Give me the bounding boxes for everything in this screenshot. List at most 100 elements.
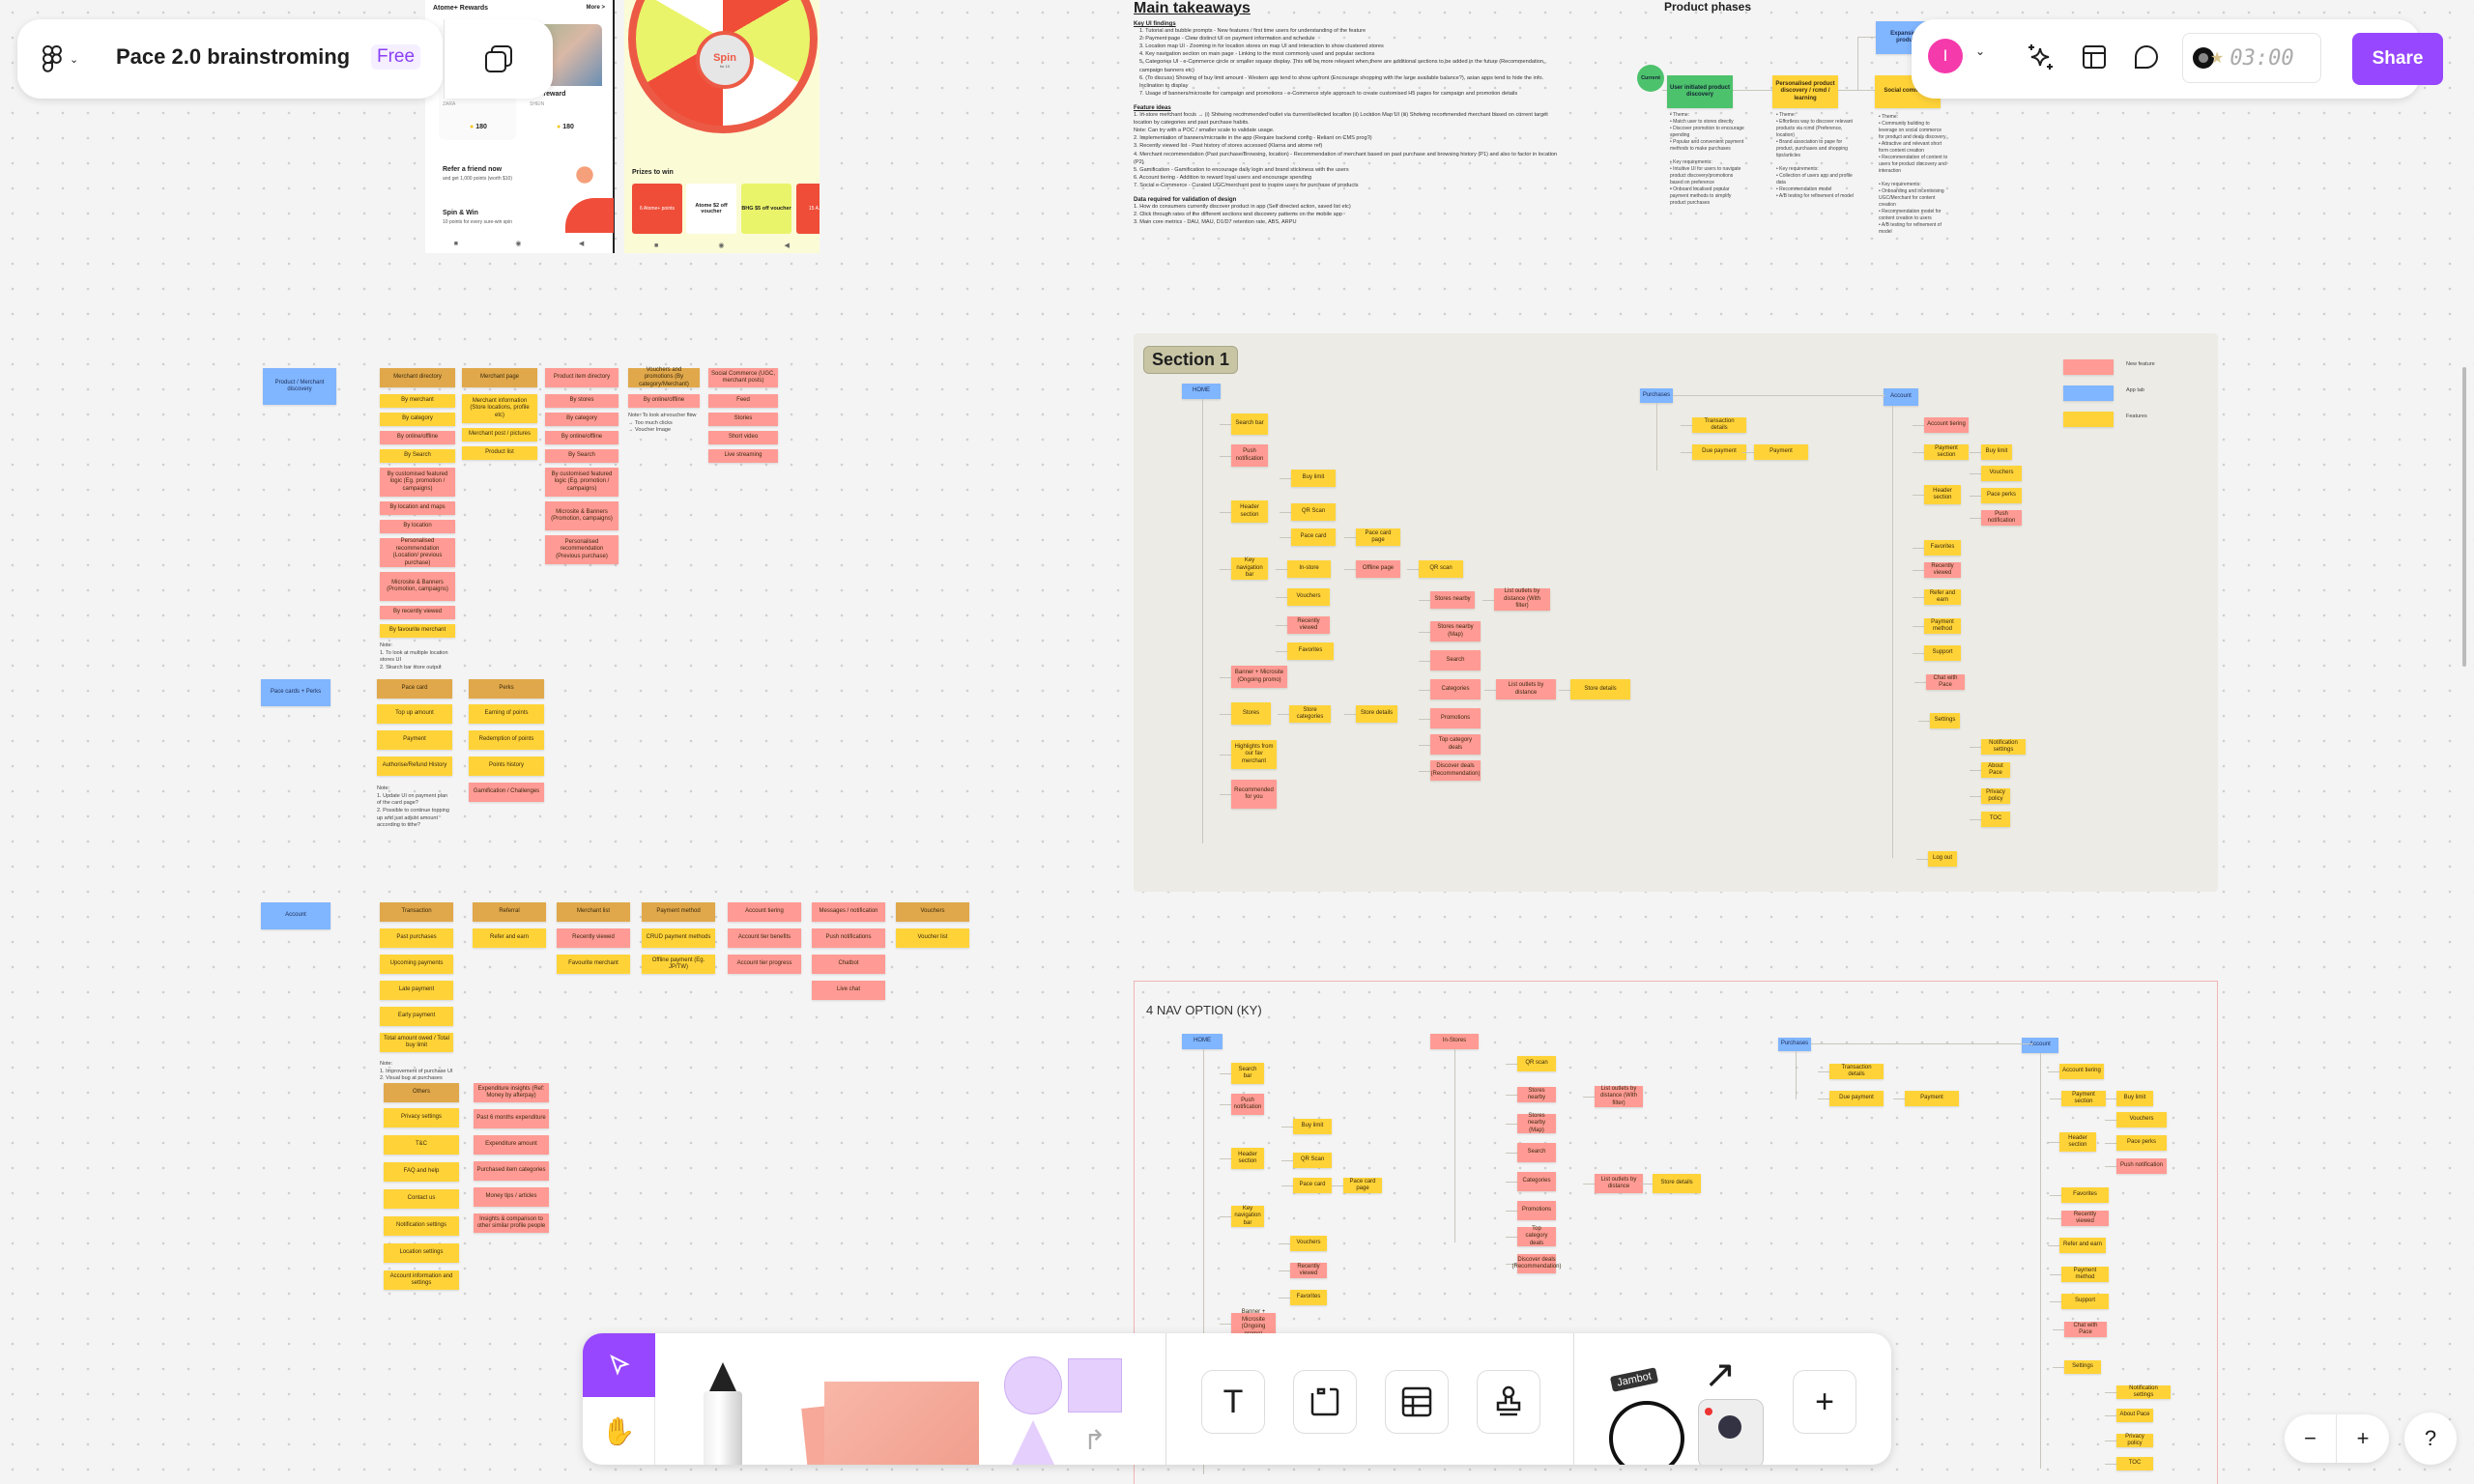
flow-node-header2[interactable]: Header section [2059, 1132, 2096, 1152]
column-header-sticky[interactable]: Transaction [380, 902, 453, 922]
flow-node-recent[interactable]: Recently viewed [1287, 616, 1330, 634]
flow-node-banner[interactable]: Banner + Microsite (Ongoing promo) [1231, 1309, 1276, 1337]
flow-node-acctier[interactable]: Account tiering [1924, 417, 1969, 433]
flow-node-due[interactable]: Due payment [1692, 444, 1746, 460]
sticky-note[interactable]: Authorise/Refund History [377, 756, 452, 776]
flow-node-banner[interactable]: Banner + Microsite (Ongoing promo) [1231, 666, 1287, 688]
flow-node-pacecard[interactable]: Pace card [1291, 528, 1336, 546]
sticky-note[interactable]: By Search [545, 449, 618, 463]
sticky-note[interactable]: Recently viewed [557, 928, 630, 948]
sticky-note[interactable]: By Search [380, 449, 455, 463]
sticky-note[interactable]: FAQ and help [384, 1162, 459, 1182]
more-tools-button[interactable]: + [1793, 1370, 1856, 1434]
flow-node-search[interactable]: Search bar [1231, 1063, 1264, 1084]
sticky-note[interactable]: Expenditure insights (Ref: Money by afte… [474, 1083, 549, 1102]
flow-node-search[interactable]: Search bar [1231, 414, 1268, 435]
flow-node-nearby[interactable]: Stores nearby [1430, 591, 1475, 609]
sticky-note[interactable]: Location settings [384, 1243, 459, 1263]
sticky-note[interactable]: Product list [462, 446, 537, 460]
flow-node-qr[interactable]: QR Scan [1293, 1153, 1332, 1168]
sticky-note[interactable]: Voucher list [896, 928, 969, 948]
flow-node-chat[interactable]: Chat with Pace [1926, 674, 1965, 690]
hand-tool[interactable]: ✋ [583, 1397, 655, 1465]
flow-node-recent2[interactable]: Recently viewed [2061, 1211, 2109, 1226]
flow-node-promos[interactable]: Promotions [1517, 1201, 1556, 1220]
sticky-note[interactable]: Notification settings [384, 1216, 459, 1236]
sticky-note[interactable]: By customised featured logic (Eg. promot… [380, 468, 455, 497]
flow-node-listfilter[interactable]: List outlets by distance (With filter) [1595, 1086, 1643, 1107]
sticky-note[interactable]: Live chat [812, 981, 885, 1000]
flow-node-nearby[interactable]: Stores nearby [1517, 1087, 1556, 1102]
timer-widget[interactable]: ★ 03:00 [2182, 33, 2321, 83]
app-tab-sticky[interactable]: Purchases [1778, 1038, 1811, 1051]
camera-widget-tool[interactable]: ↗ [1694, 1353, 1771, 1465]
sticky-note[interactable]: By customised featured logic (Eg. promot… [545, 468, 618, 497]
spin-button[interactable]: Spin for 10 [696, 31, 754, 89]
sticky-note[interactable]: By online/offline [628, 394, 700, 408]
pages-button[interactable] [445, 19, 553, 99]
sticky-note[interactable]: Earning of points [469, 704, 544, 724]
app-tab-sticky[interactable]: Account [2022, 1038, 2058, 1053]
column-header-sticky[interactable]: Product item directory [545, 368, 618, 387]
flow-node-vouchers2[interactable]: Vouchers [1981, 466, 2022, 481]
flow-node-fav[interactable]: Favorites [1287, 642, 1334, 660]
sticky-note[interactable]: Short video [708, 431, 778, 444]
sticky-note[interactable]: By stores [545, 394, 618, 408]
group-label-sticky[interactable]: Pace cards + Perks [261, 679, 331, 706]
flow-node-chat[interactable]: Chat with Pace [2064, 1322, 2107, 1337]
flow-node-storedet2[interactable]: Store details [1570, 679, 1630, 699]
sticky-note[interactable]: Stories [708, 413, 778, 426]
flow-node-recommended[interactable]: Recommended for you [1231, 780, 1277, 809]
flow-node-highlights[interactable]: Highlights from our fav merchant [1231, 740, 1277, 769]
column-header-sticky[interactable]: Social Commerce (UGC, merchant posts) [708, 368, 778, 387]
column-header-sticky[interactable]: Vouchers and promotions (By category/Mer… [628, 367, 700, 387]
flow-node-about[interactable]: About Pace [2116, 1409, 2153, 1422]
flow-node-refer[interactable]: Refer and earn [1924, 589, 1961, 605]
flow-node-recent[interactable]: Recently viewed [1290, 1263, 1327, 1278]
app-tab-sticky[interactable]: In-Stores [1430, 1034, 1479, 1049]
plan-badge[interactable]: Free [371, 44, 421, 70]
app-tab-sticky[interactable]: Purchases [1640, 388, 1673, 403]
zoom-out-button[interactable]: − [2285, 1414, 2337, 1463]
group-label-sticky[interactable]: Product / Merchant discovery [263, 368, 336, 405]
flow-node-toc[interactable]: TOC [1981, 812, 2010, 827]
section-1-label[interactable]: Section 1 [1143, 346, 1239, 374]
sticky-note[interactable]: Payment [377, 730, 452, 750]
flow-node-offline[interactable]: Offline page [1356, 560, 1400, 578]
sticky-note[interactable]: Upcoming payments [380, 955, 453, 974]
flow-node-buy[interactable]: Buy limit [1293, 1119, 1332, 1134]
sticky-note[interactable]: By location [380, 520, 455, 533]
vertical-scrollbar[interactable] [2462, 367, 2466, 667]
column-header-sticky[interactable]: Vouchers [896, 902, 969, 922]
flow-node-settings[interactable]: Settings [2064, 1360, 2101, 1374]
column-header-sticky[interactable]: Referral [473, 902, 546, 922]
flow-node-instore[interactable]: In-store [1287, 560, 1331, 578]
flow-node-listdist[interactable]: List outlets by distance [1595, 1174, 1643, 1193]
sticky-note[interactable]: By category [380, 413, 455, 426]
flow-node-keynav[interactable]: Key navigation bar [1231, 557, 1268, 580]
flow-node-perks[interactable]: Pace perks [2116, 1135, 2167, 1151]
sticky-note[interactable]: By favourite merchant [380, 624, 455, 638]
flow-node-pacecardpage[interactable]: Pace card page [1343, 1178, 1382, 1193]
sticky-note[interactable]: Chatbot [812, 955, 885, 974]
app-tab-sticky[interactable]: HOME [1182, 1034, 1223, 1049]
flow-node-toc[interactable]: TOC [2116, 1457, 2153, 1470]
flow-node-recent2[interactable]: Recently viewed [1924, 562, 1961, 578]
column-header-sticky[interactable]: Payment method [642, 902, 715, 922]
flow-node-storecat[interactable]: Store categories [1289, 705, 1331, 723]
flow-node-header[interactable]: Header section [1231, 500, 1268, 523]
sticky-note[interactable]: Late payment [380, 981, 453, 1000]
flow-node-buy[interactable]: Buy limit [1291, 470, 1336, 487]
flow-node-vouchers[interactable]: Vouchers [1287, 588, 1330, 606]
text-tool[interactable]: T [1201, 1370, 1265, 1434]
sticky-note[interactable]: Redemption of points [469, 730, 544, 750]
file-name[interactable]: Pace 2.0 brainstroming [116, 44, 350, 70]
column-header-sticky[interactable]: Merchant directory [380, 368, 455, 387]
sticky-note[interactable]: By location and maps [380, 501, 455, 515]
sticky-note[interactable]: Contact us [384, 1189, 459, 1209]
stamp-tool[interactable] [1477, 1370, 1540, 1434]
sticky-note[interactable]: Purchased item categories [474, 1161, 549, 1181]
sticky-note[interactable]: Past 6 months expenditure [474, 1109, 549, 1128]
flow-node-support[interactable]: Support [1924, 645, 1961, 661]
sticky-note[interactable]: Account tier benefits [728, 928, 801, 948]
